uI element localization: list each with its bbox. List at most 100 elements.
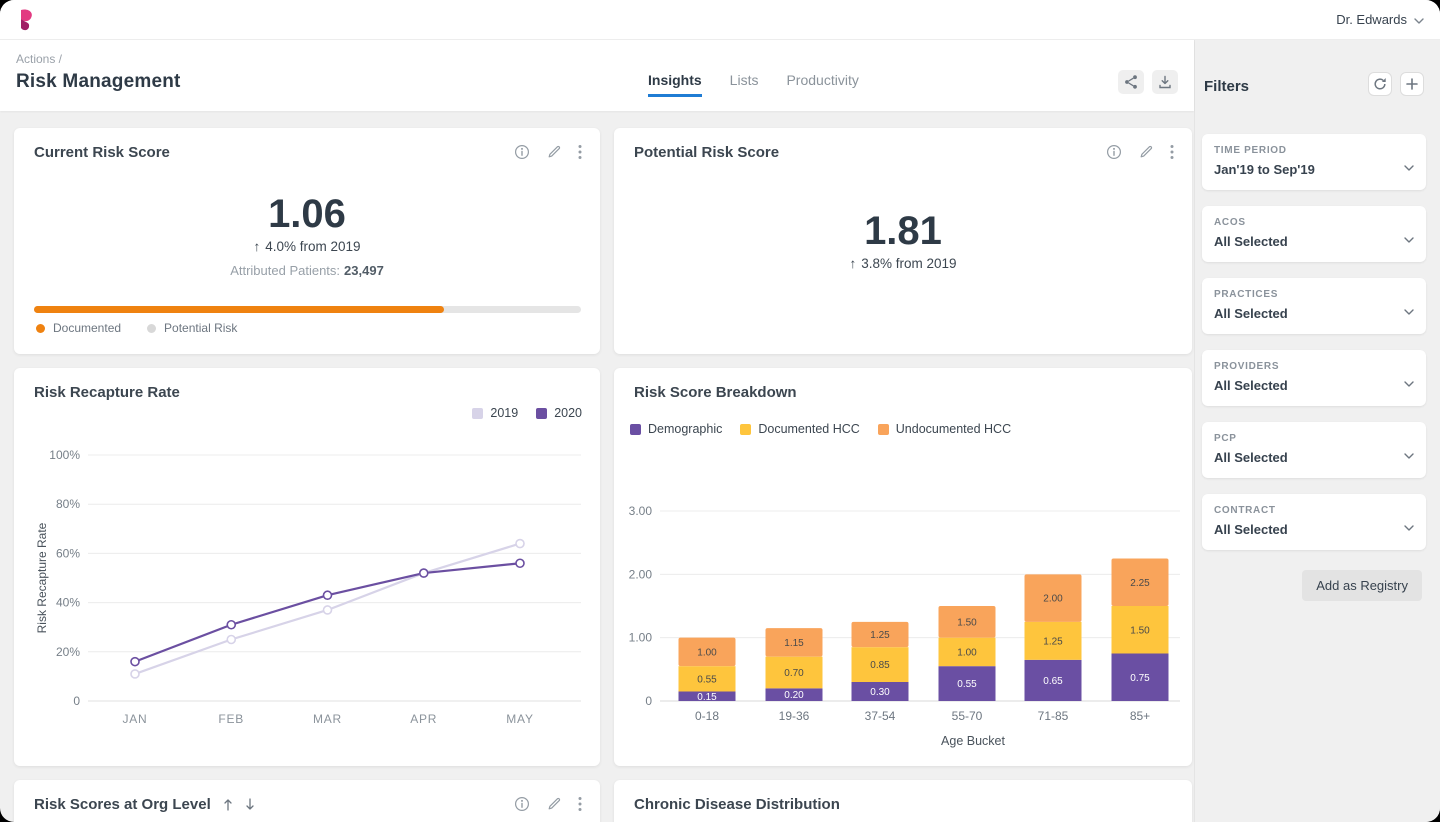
- legend-label: Potential Risk: [164, 321, 238, 335]
- kebab-menu-icon[interactable]: [1170, 144, 1174, 160]
- current-risk-change: 4.0% from 2019: [14, 239, 600, 254]
- filter-pcp[interactable]: PCP All Selected: [1202, 422, 1426, 478]
- documented-progress-fill: [34, 306, 445, 313]
- user-menu[interactable]: Dr. Edwards: [1336, 12, 1424, 27]
- legend-item-documented: Documented: [36, 321, 121, 335]
- svg-text:20%: 20%: [56, 645, 80, 659]
- card-title: Chronic Disease Distribution: [634, 796, 840, 813]
- header-actions: [1118, 70, 1178, 94]
- risk-recapture-rate-card: Risk Recapture Rate 2019 2020 0 20% 40% 60%…: [14, 368, 600, 766]
- card-title: Risk Scores at Org Level: [34, 796, 211, 813]
- filter-value: All Selected: [1214, 378, 1288, 393]
- svg-text:3.00: 3.00: [629, 504, 653, 518]
- download-button[interactable]: [1152, 70, 1178, 94]
- add-filter-button[interactable]: [1400, 72, 1424, 96]
- svg-text:0-18: 0-18: [695, 709, 719, 723]
- sort-descending-icon[interactable]: [245, 798, 255, 811]
- kebab-menu-icon[interactable]: [578, 144, 582, 160]
- legend-item-2019: 2019: [472, 406, 518, 420]
- breadcrumb[interactable]: Actions /: [16, 52, 181, 66]
- svg-text:100%: 100%: [49, 448, 80, 462]
- filter-value: All Selected: [1214, 306, 1288, 321]
- card-title: Current Risk Score: [34, 144, 170, 161]
- attributed-patients: Attributed Patients: 23,497: [14, 263, 600, 278]
- user-name: Dr. Edwards: [1336, 12, 1407, 27]
- legend-item-potential-risk: Potential Risk: [147, 321, 237, 335]
- add-as-registry-button[interactable]: Add as Registry: [1302, 570, 1422, 601]
- sort-ascending-icon[interactable]: [223, 798, 233, 811]
- share-button[interactable]: [1118, 70, 1144, 94]
- potential-risk-score-card: Potential Risk Score 1.81 3.8% from 2019: [614, 128, 1192, 354]
- svg-text:1.25: 1.25: [1043, 636, 1063, 647]
- legend-item-undocumented-hcc: Undocumented HCC: [877, 422, 1011, 436]
- tab-lists[interactable]: Lists: [730, 68, 759, 97]
- filters-panel: Filters TIME PERIOD Jan'19 to Sep'19 ACO…: [1194, 40, 1440, 822]
- info-icon[interactable]: [514, 144, 530, 160]
- filter-label: TIME PERIOD: [1214, 145, 1287, 156]
- svg-text:0.65: 0.65: [1043, 676, 1063, 687]
- plus-icon: [1406, 78, 1418, 90]
- risk-progress-bar: [34, 306, 581, 313]
- svg-text:1.15: 1.15: [784, 638, 804, 649]
- svg-text:80%: 80%: [56, 497, 80, 511]
- svg-text:MAY: MAY: [506, 712, 534, 726]
- logo-icon: [21, 9, 32, 30]
- filter-practices[interactable]: PRACTICES All Selected: [1202, 278, 1426, 334]
- filter-label: PCP: [1214, 433, 1237, 444]
- svg-text:1.50: 1.50: [957, 617, 977, 628]
- info-icon[interactable]: [514, 796, 530, 812]
- filter-acos[interactable]: ACOS All Selected: [1202, 206, 1426, 262]
- topbar: Dr. Edwards: [0, 0, 1440, 40]
- svg-text:71-85: 71-85: [1038, 709, 1069, 723]
- svg-text:1.00: 1.00: [629, 631, 653, 645]
- potential-risk-change: 3.8% from 2019: [614, 256, 1192, 271]
- legend-item-documented-hcc: Documented HCC: [740, 422, 860, 436]
- kebab-menu-icon[interactable]: [578, 796, 582, 812]
- change-text: 3.8% from 2019: [861, 256, 957, 271]
- edit-pencil-icon[interactable]: [546, 796, 562, 812]
- svg-text:0.30: 0.30: [870, 687, 890, 698]
- svg-text:0: 0: [73, 694, 80, 708]
- svg-text:37-54: 37-54: [865, 709, 896, 723]
- recapture-legend: 2019 2020: [472, 406, 582, 420]
- legend-label: 2020: [554, 406, 582, 420]
- legend-label: Documented HCC: [758, 422, 860, 436]
- breakdown-stacked-bar-chart: 0 1.00 2.00 3.00 0.15 0.55 1.00 0-18 0.20 0.70 1.1…: [629, 504, 1180, 748]
- legend-item-demographic: Demographic: [630, 422, 722, 436]
- app-logo[interactable]: [16, 8, 38, 32]
- svg-text:85+: 85+: [1130, 709, 1150, 723]
- svg-text:APR: APR: [410, 712, 437, 726]
- filter-list: TIME PERIOD Jan'19 to Sep'19 ACOS All Se…: [1202, 134, 1426, 550]
- chevron-down-icon: [1414, 17, 1424, 24]
- edit-pencil-icon[interactable]: [546, 144, 562, 160]
- svg-text:2.00: 2.00: [1043, 594, 1063, 605]
- tab-insights[interactable]: Insights: [648, 68, 702, 97]
- svg-text:19-36: 19-36: [779, 709, 810, 723]
- filter-value: All Selected: [1214, 450, 1288, 465]
- filter-time-period[interactable]: TIME PERIOD Jan'19 to Sep'19: [1202, 134, 1426, 190]
- risk-score-legend: Documented Potential Risk: [36, 321, 237, 335]
- page-title: Risk Management: [16, 71, 181, 92]
- risk-score-breakdown-card: Risk Score Breakdown Demographic Documen…: [614, 368, 1192, 766]
- refresh-icon: [1374, 78, 1386, 90]
- chevron-down-icon: [1404, 237, 1414, 243]
- svg-text:0.55: 0.55: [697, 674, 717, 685]
- change-text: 4.0% from 2019: [265, 239, 361, 254]
- undocumented-hcc-swatch-icon: [877, 423, 889, 435]
- info-icon[interactable]: [1106, 144, 1122, 160]
- share-icon: [1125, 75, 1137, 89]
- filter-label: ACOS: [1214, 217, 1246, 228]
- svg-text:0.20: 0.20: [784, 690, 804, 701]
- svg-text:2.25: 2.25: [1130, 578, 1150, 589]
- filter-contract[interactable]: CONTRACT All Selected: [1202, 494, 1426, 550]
- chevron-down-icon: [1404, 309, 1414, 315]
- reset-filters-button[interactable]: [1368, 72, 1392, 96]
- svg-text:0.85: 0.85: [870, 660, 890, 671]
- documented-dot-icon: [36, 323, 45, 333]
- filter-providers[interactable]: PROVIDERS All Selected: [1202, 350, 1426, 406]
- chevron-down-icon: [1404, 525, 1414, 531]
- filter-label: PROVIDERS: [1214, 361, 1280, 372]
- edit-pencil-icon[interactable]: [1138, 144, 1154, 160]
- series-2019-swatch-icon: [472, 407, 484, 419]
- tab-productivity[interactable]: Productivity: [786, 68, 858, 97]
